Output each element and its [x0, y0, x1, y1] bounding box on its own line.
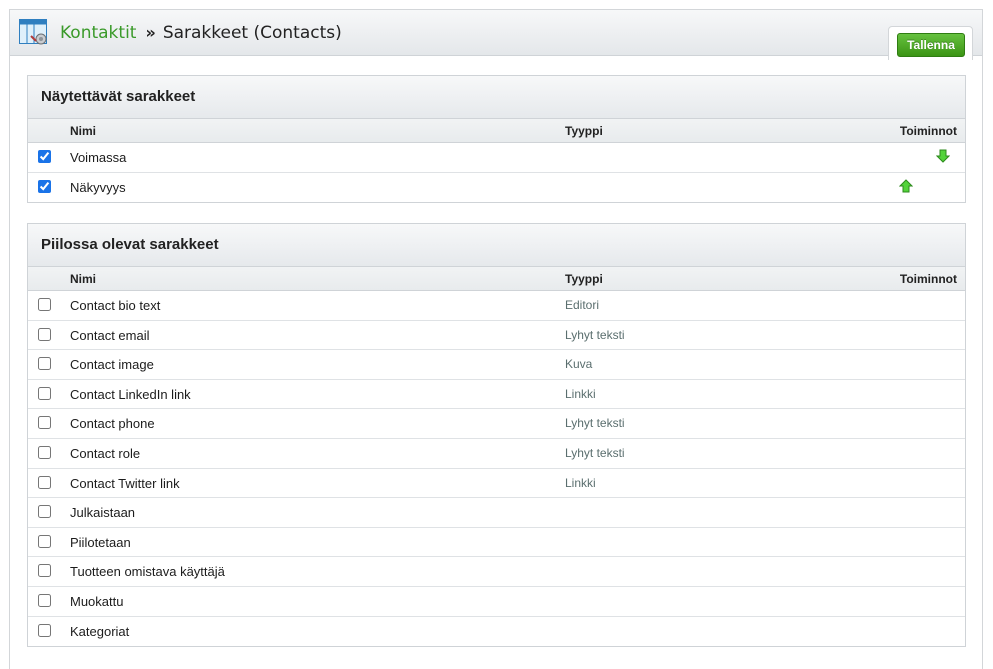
table-row: Contact role Lyhyt teksti — [28, 439, 965, 469]
column-type: Kuva — [565, 357, 593, 372]
hidden-column-checkbox[interactable] — [38, 416, 51, 430]
column-header-name: Nimi — [70, 124, 97, 138]
column-name: Näkyvyys — [70, 179, 126, 195]
column-header-type: Tyyppi — [565, 272, 603, 286]
breadcrumb-separator: » — [145, 23, 156, 42]
table-row: Kategoriat — [28, 617, 965, 647]
column-name: Tuotteen omistava käyttäjä — [70, 564, 225, 580]
column-name: Muokattu — [70, 593, 124, 609]
save-tab: Tallenna — [888, 26, 973, 60]
visible-column-checkbox[interactable] — [38, 150, 51, 163]
table-row: Contact image Kuva — [28, 350, 965, 380]
hidden-column-checkbox[interactable] — [38, 357, 51, 371]
hidden-columns-title: Piilossa olevat sarakkeet — [28, 224, 965, 267]
hidden-columns-list: Contact bio text Editori Contact email Lyhy… — [28, 291, 965, 646]
column-name: Voimassa — [70, 150, 127, 165]
arrow-down-icon[interactable] — [936, 149, 950, 163]
table-row: Contact LinkedIn link Linkki — [28, 380, 965, 410]
column-name: Kategoriat — [70, 623, 130, 639]
column-name: Julkaistaan — [70, 505, 136, 521]
table-row: Piilotetaan — [28, 528, 965, 558]
column-name: Contact role — [70, 445, 141, 461]
arrow-up-icon[interactable] — [899, 178, 913, 193]
hidden-column-checkbox[interactable] — [38, 534, 51, 548]
column-type: Editori — [565, 298, 600, 312]
hidden-columns-header: Nimi Tyyppi Toiminnot — [28, 267, 965, 291]
hidden-columns-panel: Piilossa olevat sarakkeet Nimi Tyyppi To… — [27, 223, 966, 648]
column-header-actions: Toiminnot — [899, 124, 957, 138]
breadcrumb-contacts-link[interactable]: Kontaktit — [60, 23, 136, 43]
column-header-actions: Toiminnot — [899, 272, 957, 286]
hidden-column-checkbox[interactable] — [38, 386, 51, 400]
table-row: Voimassa — [28, 143, 965, 173]
visible-columns-header: Nimi Tyyppi Toiminnot — [28, 119, 965, 143]
page-title: Sarakkeet (Contacts) — [162, 23, 342, 43]
column-type: Linkki — [565, 475, 596, 490]
column-name: Contact bio text — [70, 298, 161, 313]
column-name: Contact phone — [70, 416, 155, 432]
columns-settings-icon — [19, 19, 47, 45]
hidden-column-checkbox[interactable] — [38, 475, 51, 489]
column-header-type: Tyyppi — [565, 124, 603, 138]
column-name: Piilotetaan — [70, 534, 131, 550]
hidden-column-checkbox[interactable] — [38, 298, 51, 311]
visible-column-checkbox[interactable] — [38, 179, 51, 193]
column-name: Contact image — [70, 357, 154, 373]
table-row: Muokattu — [28, 587, 965, 617]
table-row: Tuotteen omistava käyttäjä — [28, 557, 965, 587]
hidden-column-checkbox[interactable] — [38, 505, 51, 519]
hidden-column-checkbox[interactable] — [38, 593, 51, 607]
table-row: Contact email Lyhyt teksti — [28, 321, 965, 351]
column-type: Lyhyt teksti — [565, 445, 625, 460]
visible-columns-list: Voimassa Näkyvyys — [28, 143, 965, 202]
breadcrumb: Kontaktit » Sarakkeet (Contacts) — [60, 22, 342, 44]
hidden-column-checkbox[interactable] — [38, 445, 51, 459]
column-header-name: Nimi — [70, 272, 97, 286]
table-row: Julkaistaan — [28, 498, 965, 528]
hidden-column-checkbox[interactable] — [38, 327, 51, 341]
column-type: Lyhyt teksti — [565, 416, 625, 431]
table-row: Contact bio text Editori — [28, 291, 965, 321]
hidden-column-checkbox[interactable] — [38, 564, 51, 578]
table-row: Contact phone Lyhyt teksti — [28, 409, 965, 439]
column-name: Contact Twitter link — [70, 475, 180, 491]
save-button[interactable]: Tallenna — [897, 33, 965, 57]
visible-columns-panel: Näytettävät sarakkeet Nimi Tyyppi Toimin… — [27, 75, 966, 204]
table-row: Contact Twitter link Linkki — [28, 469, 965, 499]
page-header: Kontaktit » Sarakkeet (Contacts) Tallenna — [10, 10, 982, 60]
table-row: Näkyvyys — [28, 173, 965, 203]
visible-columns-title: Näytettävät sarakkeet — [28, 76, 965, 119]
hidden-column-checkbox[interactable] — [38, 623, 51, 637]
column-type: Lyhyt teksti — [565, 327, 625, 342]
column-type: Linkki — [565, 386, 596, 401]
column-name: Contact email — [70, 327, 150, 343]
column-name: Contact LinkedIn link — [70, 386, 191, 402]
main-frame: Kontaktit» Sarakkeet (Contacts) Tallenna … — [9, 9, 983, 669]
